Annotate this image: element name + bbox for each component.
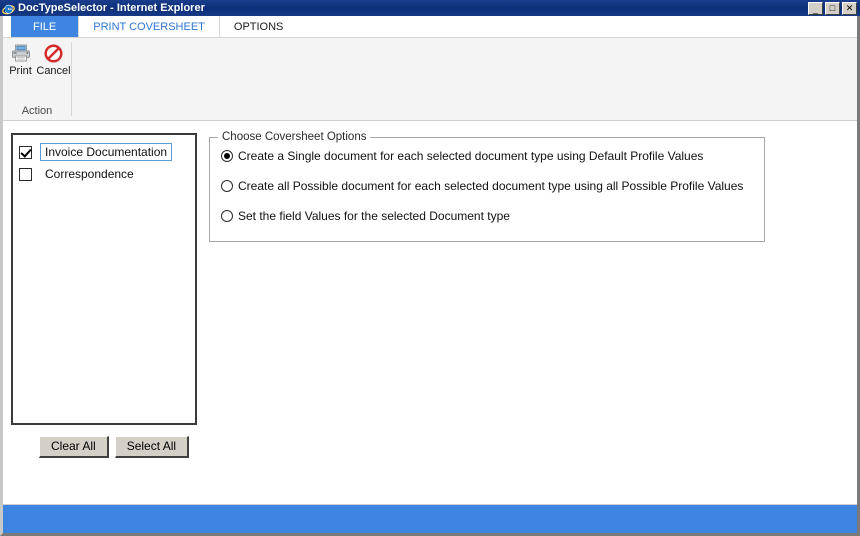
radio-option-set-field-values[interactable]: Set the field Values for the selected Do… [221,209,755,239]
tab-options[interactable]: OPTIONS [220,16,298,37]
ribbon-group-separator [71,42,72,116]
title-bar: DocTypeSelector - Internet Explorer _ □ … [0,0,860,16]
radio-icon[interactable] [221,180,233,192]
radio-icon[interactable] [221,210,233,222]
print-button[interactable]: Print [5,42,37,77]
clear-all-button[interactable]: Clear All [39,436,109,458]
maximize-icon: □ [829,2,836,13]
tab-file[interactable]: FILE [11,16,79,37]
print-button-label: Print [9,65,32,77]
cancel-button[interactable]: Cancel [36,42,71,77]
checkbox-checked-icon[interactable] [19,145,32,159]
list-item[interactable]: Correspondence [19,163,195,185]
radio-option-all-possible-label: Create all Possible document for each se… [238,179,744,193]
close-button[interactable]: ✕ [842,1,857,15]
radio-option-single-default[interactable]: Create a Single document for each select… [221,149,755,179]
ribbon-group-action-items: Print Cancel [5,38,71,105]
tab-print-coversheet-label: PRINT COVERSHEET [93,20,205,33]
cancel-prohibition-icon [43,42,65,64]
ribbon-body: Print Cancel Action [3,38,857,121]
coversheet-options-list: Create a Single document for each select… [221,149,755,239]
document-type-list[interactable]: Invoice Documentation Correspondence [11,133,197,425]
tab-print-coversheet[interactable]: PRINT COVERSHEET [78,16,220,37]
tab-options-label: OPTIONS [233,20,284,33]
radio-option-all-possible[interactable]: Create all Possible document for each se… [221,179,755,209]
internet-explorer-icon [2,2,15,15]
status-bar [3,504,857,533]
window-title: DocTypeSelector - Internet Explorer [18,1,205,14]
ribbon-group-action: Print Cancel Action [3,38,71,120]
minimize-icon: _ [812,3,818,14]
list-action-buttons: Clear All Select All [39,436,190,458]
group-box-legend: Choose Coversheet Options [218,131,371,143]
radio-option-single-default-label: Create a Single document for each select… [238,149,704,163]
list-item[interactable]: Invoice Documentation [19,141,195,163]
ribbon-group-action-label: Action [21,105,53,117]
close-icon: ✕ [845,2,854,13]
minimize-button[interactable]: _ [808,1,823,15]
printer-icon [10,42,32,64]
maximize-button[interactable]: □ [825,1,840,15]
radio-option-set-field-values-label: Set the field Values for the selected Do… [238,209,510,223]
main-content: Invoice Documentation Correspondence Cle… [3,121,857,504]
tab-file-label: FILE [33,20,57,33]
coversheet-options-group: Choose Coversheet Options Create a Singl… [209,131,765,242]
ribbon-tab-strip: FILE PRINT COVERSHEET OPTIONS [3,16,857,38]
select-all-button[interactable]: Select All [114,436,190,458]
checkbox-icon[interactable] [19,167,32,181]
list-item-label: Invoice Documentation [40,143,173,161]
application-window: DocTypeSelector - Internet Explorer _ □ … [0,0,860,536]
radio-selected-icon[interactable] [221,150,233,162]
window-controls: _ □ ✕ [808,1,857,15]
list-item-label: Correspondence [45,167,134,181]
cancel-button-label: Cancel [36,65,71,77]
